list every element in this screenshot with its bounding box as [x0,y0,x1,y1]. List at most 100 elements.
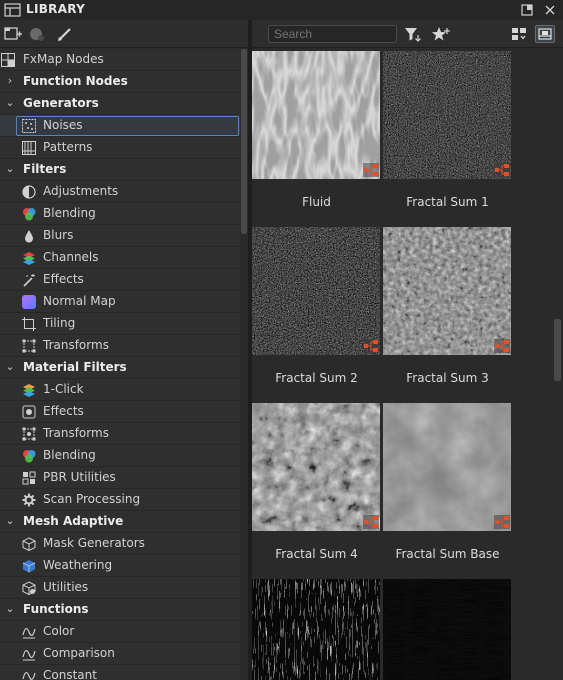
tree-item-channels[interactable]: Channels [0,247,240,269]
grid-toolbar [252,20,563,48]
fxmap-badge-icon [363,339,379,353]
new-folder-icon[interactable] [3,25,23,43]
tree-item-1-click[interactable]: 1-Click [0,379,240,401]
grid-item-fluid[interactable]: Fluid [252,49,381,225]
category-label: Material Filters [23,360,127,374]
tree-item-scan-processing[interactable]: Scan Processing [0,489,240,511]
patterns-icon [22,141,36,155]
grid-item-caption: Fractal Sum 2 [275,371,358,385]
function-icon [22,650,36,661]
favorites-icon[interactable] [431,25,451,43]
tree-scrollbar-thumb[interactable] [241,49,247,234]
tree-item-label: PBR Utilities [43,470,116,484]
tree-item-label: Channels [43,250,99,264]
view-mode-icon[interactable] [510,25,530,43]
thumbnail[interactable] [383,403,511,531]
tree-item-label: Scan Processing [43,492,141,506]
tree-item-fxmap[interactable]: FxMap Nodes [0,49,240,71]
grid-item-partial-1[interactable] [252,577,381,680]
tree-item-label: Blending [43,448,96,462]
tree-item-label: Weathering [43,558,113,572]
grid-scrollbar-thumb[interactable] [554,319,561,381]
tree-item-material-blending[interactable]: Blending [0,445,240,467]
cube-utilities-icon [22,581,36,595]
cube-icon [22,537,36,551]
filter-icon[interactable] [403,25,423,43]
category-label: Function Nodes [23,74,128,88]
chevron-down-icon[interactable]: ⌄ [5,162,15,175]
grid-item-fractal-sum-1[interactable]: Fractal Sum 1 [383,49,512,225]
thumbnail[interactable] [383,227,511,355]
blurs-icon [25,230,33,243]
grid-item-fractal-sum-base[interactable]: Fractal Sum Base [383,401,512,577]
tree-category-generators[interactable]: ⌄ Generators [0,93,240,115]
tree-item-weathering[interactable]: Weathering [0,555,240,577]
thumbnail[interactable] [252,51,380,179]
grid-item-partial-2[interactable] [383,577,512,680]
undock-icon[interactable] [519,2,535,18]
refresh-icon[interactable] [27,25,47,43]
chevron-down-icon[interactable]: ⌄ [5,96,15,109]
chevron-down-icon[interactable]: ⌄ [5,602,15,615]
preview-toggle-icon[interactable] [535,25,555,43]
tree-item-adjustments[interactable]: Adjustments [0,181,240,203]
thumbnail[interactable] [252,579,380,680]
tree-item-label: Patterns [43,140,93,154]
tree-item-label: Noises [43,118,83,132]
tree-item-noises[interactable]: Noises [0,115,240,137]
chevron-right-icon[interactable]: › [5,74,15,87]
blending-icon [23,208,36,221]
edit-icon[interactable] [55,25,75,43]
thumbnail[interactable] [252,227,380,355]
tree-item-material-effects[interactable]: Effects [0,401,240,423]
tree-item-constant[interactable]: Constant [0,665,240,680]
chevron-down-icon[interactable]: ⌄ [5,514,15,527]
pbr-icon [22,471,36,485]
fxmap-badge-icon [363,515,379,529]
fxmap-badge-icon [363,163,379,177]
tree-item-blurs[interactable]: Blurs [0,225,240,247]
function-icon [22,628,36,639]
tree-item-comparison[interactable]: Comparison [0,643,240,665]
grid-item-fractal-sum-2[interactable]: Fractal Sum 2 [252,225,381,401]
tree-item-effects[interactable]: Effects [0,269,240,291]
tree-item-normal-map[interactable]: Normal Map [0,291,240,313]
grid-item-caption: Fractal Sum 1 [406,195,489,209]
tree-category-filters[interactable]: ⌄ Filters [0,159,240,181]
tree-item-label: Constant [43,668,97,680]
tree-item-label: Effects [43,404,84,418]
tree-item-label: Transforms [43,338,109,352]
tree-item-blending[interactable]: Blending [0,203,240,225]
title-bar: LIBRARY [0,0,563,20]
tree-item-patterns[interactable]: Patterns [0,137,240,159]
grid-scrollbar[interactable] [552,49,563,680]
tree-item-pbr-utilities[interactable]: PBR Utilities [0,467,240,489]
tree-item-label: Tiling [43,316,76,330]
tree-category-function-nodes[interactable]: › Function Nodes [0,71,240,93]
tree-scrollbar[interactable] [240,49,248,680]
tree-item-color[interactable]: Color [0,621,240,643]
tree-item-mask-generators[interactable]: Mask Generators [0,533,240,555]
category-label: Generators [23,96,99,110]
tree-item-label: Effects [43,272,84,286]
tree-item-transforms[interactable]: Transforms [0,335,240,357]
thumbnail[interactable] [383,579,511,680]
tree-category-mesh-adaptive[interactable]: ⌄ Mesh Adaptive [0,511,240,533]
tree-category-functions[interactable]: ⌄ Functions [0,599,240,621]
tree-item-label: Color [43,624,75,638]
grid-item-fractal-sum-4[interactable]: Fractal Sum 4 [252,401,381,577]
tree-item-label: Adjustments [43,184,119,198]
tree-category-material-filters[interactable]: ⌄ Material Filters [0,357,240,379]
search-input[interactable] [268,25,397,43]
thumbnail[interactable] [252,403,380,531]
grid-item-fractal-sum-3[interactable]: Fractal Sum 3 [383,225,512,401]
tree-item-material-transforms[interactable]: Transforms [0,423,240,445]
effects-icon [22,405,36,419]
fxmap-badge-icon [494,163,510,177]
thumbnail[interactable] [383,51,511,179]
chevron-down-icon[interactable]: ⌄ [5,360,15,373]
close-icon[interactable] [542,2,558,18]
adjustments-icon [22,185,36,199]
tree-item-utilities[interactable]: Utilities [0,577,240,599]
tree-item-tiling[interactable]: Tiling [0,313,240,335]
